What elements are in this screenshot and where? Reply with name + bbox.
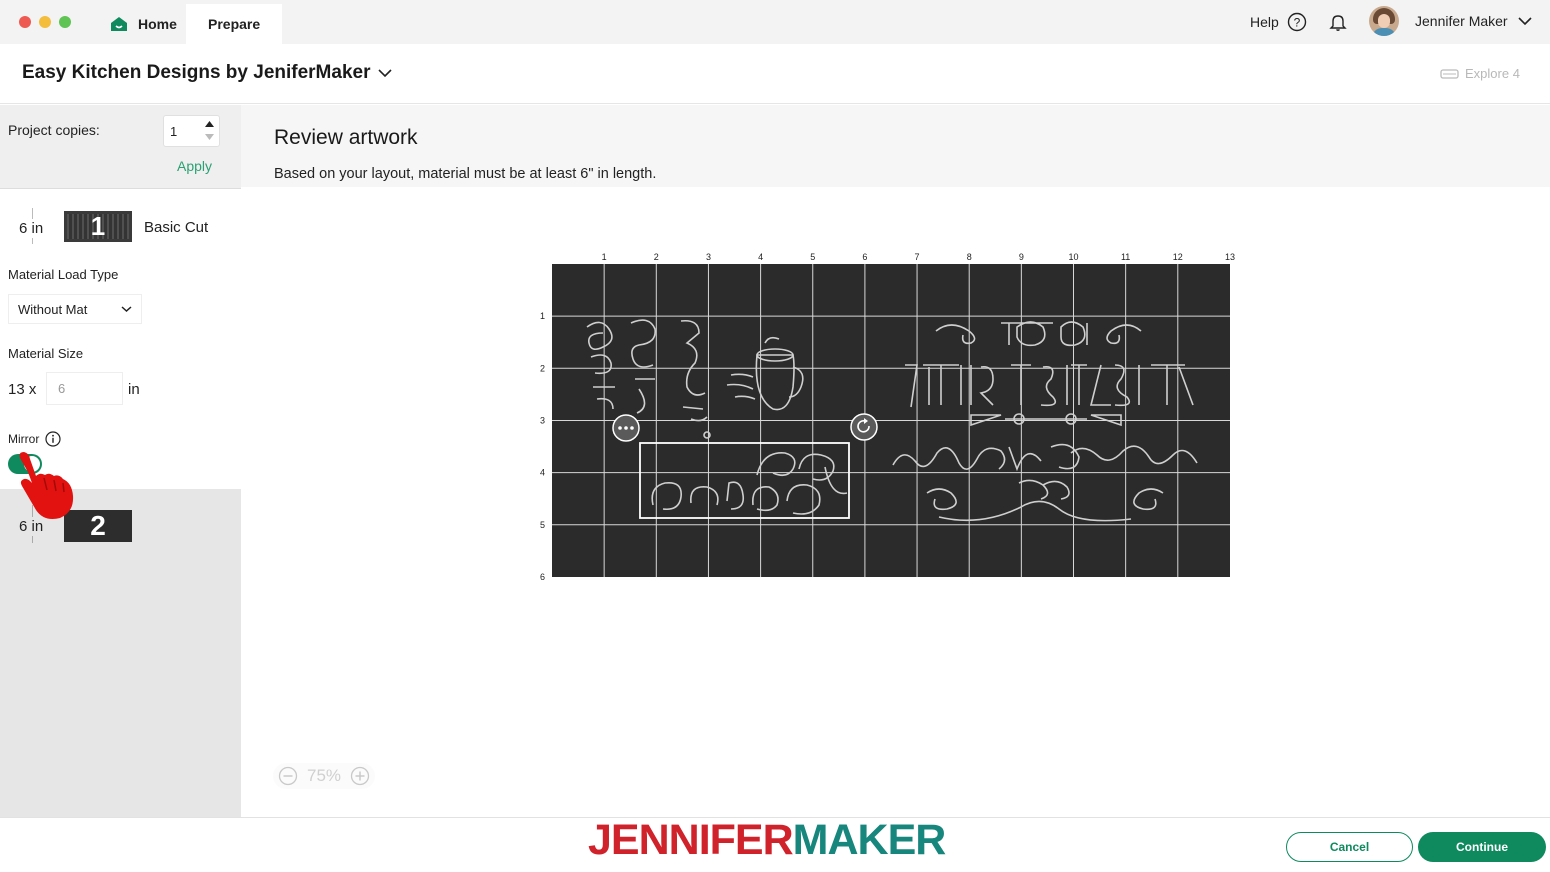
ruler-left-label: 4	[540, 468, 545, 478]
zoom-control[interactable]: 75%	[273, 763, 375, 789]
project-title: Easy Kitchen Designs by JeniferMaker	[22, 62, 371, 83]
ruler-top-label: 13	[1225, 252, 1235, 262]
chevron-down-icon	[1518, 17, 1532, 26]
brand-part-2: MAKER	[792, 816, 947, 864]
mat-1-panel[interactable]: 6 in 1 Basic Cut Material Load Type With…	[0, 189, 241, 489]
load-type-value: Without Mat	[18, 301, 88, 317]
zoom-level: 75%	[306, 766, 342, 785]
load-type-select[interactable]: Without Mat	[8, 294, 142, 324]
info-icon[interactable]	[45, 431, 61, 447]
ruler-top-label: 3	[706, 252, 711, 262]
help-label: Help	[1250, 14, 1279, 30]
close-window-button[interactable]	[19, 16, 31, 28]
project-copies-panel: Project copies: 1 Apply	[0, 105, 241, 189]
mat-1-size: 6 in	[19, 219, 44, 238]
more-options-handle[interactable]	[612, 414, 640, 442]
cutting-machine-icon	[1440, 68, 1459, 79]
chevron-down-icon	[121, 306, 132, 313]
machine-selector[interactable]: Explore 4	[1440, 66, 1520, 81]
window-title-bar: Home Prepare Help ? Jennifer Maker	[0, 0, 1550, 44]
cancel-button[interactable]: Cancel	[1286, 832, 1413, 862]
continue-button[interactable]: Continue	[1418, 832, 1546, 862]
material-length-value: 6	[58, 381, 66, 396]
chevron-down-icon	[378, 69, 393, 78]
mat-preview[interactable]: 1 2 3 4 5 6 7 8 9 10 11 12 13 123456	[531, 247, 1241, 587]
ruler-top: 1 2 3 4 5 6 7 8 9 10 11 12 13	[602, 252, 1235, 262]
tab-home[interactable]: Home	[92, 4, 195, 44]
material-length-input[interactable]: 6	[46, 372, 123, 405]
ruler-top-label: 8	[967, 252, 972, 262]
material-unit: in	[128, 381, 140, 398]
copies-stepper[interactable]: 1	[163, 115, 220, 147]
minimize-window-button[interactable]	[39, 16, 51, 28]
apply-button[interactable]: Apply	[177, 158, 212, 174]
user-menu[interactable]: Jennifer Maker	[1415, 13, 1532, 29]
user-name: Jennifer Maker	[1415, 13, 1508, 29]
avatar[interactable]	[1369, 6, 1399, 36]
pointing-hand-icon	[19, 452, 74, 519]
zoom-out-icon[interactable]	[278, 766, 298, 786]
ruler-top-label: 9	[1019, 252, 1024, 262]
mat-1-cut-type: Basic Cut	[144, 219, 209, 236]
page-title: Review artwork	[274, 126, 418, 149]
rotate-handle[interactable]	[850, 413, 878, 441]
ruler-top-label: 6	[862, 252, 867, 262]
mat-1-thumbnail[interactable]: 1	[64, 211, 132, 242]
page-subtitle: Based on your layout, material must be a…	[274, 166, 657, 182]
ruler-top-label: 11	[1121, 252, 1130, 262]
ruler-top-label: 5	[810, 252, 815, 262]
machine-label: Explore 4	[1465, 66, 1520, 81]
copies-value: 1	[170, 124, 178, 139]
maximize-window-button[interactable]	[59, 16, 71, 28]
help-button[interactable]: Help ?	[1250, 12, 1307, 32]
review-header: Review artwork Based on your layout, mat…	[241, 105, 1550, 187]
material-width: 13 x	[8, 381, 37, 398]
home-icon	[111, 17, 127, 31]
ruler-left-label: 3	[540, 415, 545, 425]
svg-text:?: ?	[1293, 16, 1300, 30]
copies-label: Project copies:	[8, 122, 100, 138]
stepper-down-icon[interactable]	[205, 133, 214, 141]
brand-part-1: JENNIFER	[588, 816, 794, 864]
footer-bar: JENNIFERMAKER Cancel Continue	[0, 816, 1550, 872]
bell-icon[interactable]	[1328, 12, 1348, 32]
ruler-top-label: 4	[758, 252, 763, 262]
ruler-top-label: 2	[654, 252, 659, 262]
mat-preview-area: 1 2 3 4 5 6 7 8 9 10 11 12 13 123456 75%	[241, 187, 1550, 803]
project-header: Easy Kitchen Designs by JeniferMaker Exp…	[0, 44, 1550, 104]
continue-label: Continue	[1456, 840, 1508, 854]
tab-home-label: Home	[138, 16, 177, 32]
question-circle-icon: ?	[1287, 12, 1306, 32]
ruler-top-label: 1	[602, 252, 607, 262]
mat-1-number: 1	[90, 211, 106, 241]
zoom-in-icon[interactable]	[350, 766, 370, 786]
mat-sidebar: Project copies: 1 Apply 6 in 1 Basic Cut…	[0, 105, 241, 817]
mirror-label: Mirror	[8, 432, 40, 446]
ruler-left-label: 6	[540, 572, 545, 582]
ruler-left-label: 2	[540, 363, 545, 373]
ruler-top-label: 12	[1173, 252, 1183, 262]
stepper-up-icon[interactable]	[205, 120, 214, 128]
tab-prepare[interactable]: Prepare	[186, 4, 283, 44]
mirror-row: Mirror	[8, 431, 61, 447]
material-size-label: Material Size	[8, 346, 84, 361]
brand-logo: JENNIFERMAKER	[588, 816, 947, 865]
ruler-left-label: 5	[540, 520, 545, 530]
ruler-top-label: 10	[1068, 252, 1078, 262]
ruler-left: 1 2 3 4 5 6	[540, 311, 545, 582]
tab-prepare-label: Prepare	[208, 16, 261, 32]
project-title-dropdown[interactable]: Easy Kitchen Designs by JeniferMaker	[22, 62, 393, 84]
ruler-top-label: 7	[915, 252, 920, 262]
cancel-label: Cancel	[1329, 840, 1370, 854]
ruler-left-label: 1	[540, 311, 545, 321]
load-type-label: Material Load Type	[8, 267, 119, 282]
